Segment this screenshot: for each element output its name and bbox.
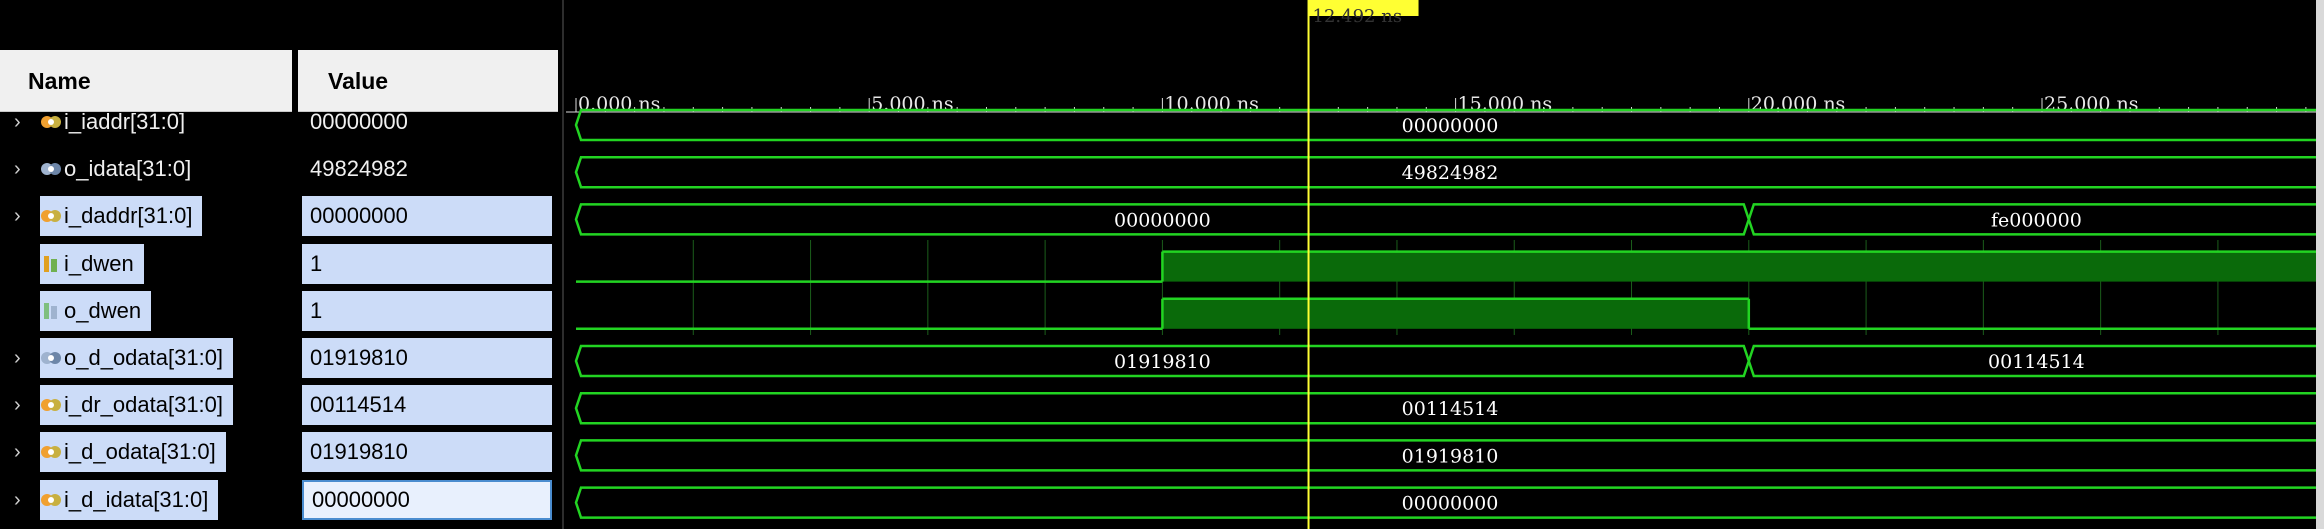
bus-value-label: 00000000 — [1402, 115, 1499, 137]
expand-chevron-icon[interactable]: › — [14, 149, 30, 189]
signal-value-row[interactable]: 00000000 — [298, 102, 558, 142]
waveform-view[interactable]: 0.000 ns 5.000 ns 10.000 ns 15.000 ns 20.000… — [566, 0, 2324, 529]
bus-output-icon — [41, 163, 61, 176]
signal-name-cell[interactable]: i_iaddr[31:0] — [40, 102, 195, 142]
signal-name-cell[interactable]: o_d_odata[31:0] — [40, 338, 234, 378]
bus-value-label: 01919810 — [1402, 445, 1499, 467]
splitter-line — [562, 0, 564, 529]
bus-output-icon — [41, 352, 61, 364]
signal-value-cell[interactable]: 00000000 — [302, 102, 552, 142]
signal-name-cell[interactable]: i_dwen — [40, 243, 144, 284]
signal-name-label: o_idata[31:0] — [64, 156, 192, 182]
cursor-time-label: 12.492 ns — [1313, 6, 1403, 27]
signal-name-label: i_iaddr[31:0] — [64, 109, 186, 134]
signal-value-row[interactable]: 49824982 — [298, 149, 558, 189]
expand-chevron-icon[interactable]: › — [14, 385, 30, 425]
signal-value-cell[interactable]: 49824982 — [302, 149, 552, 189]
signal-name-label: i_dwen — [64, 250, 134, 276]
signal-name-label: i_d_idata[31:0] — [64, 486, 209, 512]
bus-value-label: 01919810 — [1114, 351, 1211, 373]
bus-input-icon — [41, 446, 61, 459]
bus-value-label: 00000000 — [1402, 493, 1499, 515]
bit-high-fill — [1162, 251, 2324, 282]
signal-name-cell[interactable]: i_dr_odata[31:0] — [40, 385, 234, 426]
signal-value-row[interactable]: 00000000 — [298, 196, 558, 237]
signal-name-cell[interactable]: i_d_idata[31:0] — [40, 479, 219, 520]
signal-value-cell[interactable]: 1 — [302, 243, 552, 284]
expand-chevron-icon[interactable]: › — [14, 196, 30, 236]
signal-name-cell[interactable]: i_daddr[31:0] — [40, 196, 203, 237]
ruler-tick-label: 15.000 ns — [1458, 93, 1553, 115]
expand-chevron-icon[interactable]: › — [14, 432, 30, 472]
bit-input-icon — [44, 255, 57, 272]
signal-value-cell[interactable]: 00000000 — [302, 196, 552, 237]
ruler-tick-label: 5.000 ns — [871, 93, 953, 115]
signal-name-label: i_d_odata[31:0] — [64, 439, 216, 465]
bus-value-label: 00000000 — [1114, 209, 1211, 231]
signal-value-row[interactable]: 01919810 — [298, 432, 558, 473]
signal-name-cell[interactable]: o_idata[31:0] — [40, 149, 201, 189]
signal-value-row[interactable]: 1 — [298, 243, 558, 284]
bus-value-label: 00114514 — [1988, 351, 2085, 373]
vertical-scrollbar[interactable] — [2316, 0, 2324, 529]
bit-high-fill — [1162, 298, 1749, 329]
expand-chevron-icon[interactable]: › — [14, 338, 30, 378]
bus-input-icon — [41, 116, 61, 128]
ruler-tick-label: 10.000 ns — [1164, 93, 1259, 115]
signal-name-label: o_dwen — [64, 297, 142, 323]
signal-name-cell[interactable]: i_d_odata[31:0] — [40, 432, 226, 473]
expand-chevron-icon[interactable]: › — [14, 480, 30, 520]
signal-value-row[interactable]: 00114514 — [298, 385, 558, 426]
signal-value-row[interactable]: 00000000 — [298, 479, 558, 520]
ruler-tick-label: 0.000 ns — [578, 93, 660, 115]
signal-value-cell[interactable]: 00000000 — [302, 479, 552, 520]
signal-value-row[interactable]: 01919810 — [298, 338, 558, 378]
ruler-tick-label: 20.000 ns — [1751, 93, 1846, 115]
bit-output-icon — [44, 302, 57, 319]
bus-value-label: 00114514 — [1402, 398, 1499, 420]
bus-value-label: fe000000 — [1991, 209, 2082, 231]
bus-input-icon — [41, 493, 61, 506]
signal-name-cell[interactable]: o_dwen — [40, 290, 152, 331]
signal-name-label: i_dr_odata[31:0] — [64, 392, 224, 418]
signal-value-cell[interactable]: 01919810 — [302, 432, 552, 473]
bus-input-icon — [41, 210, 61, 223]
signal-value-cell[interactable]: 1 — [302, 290, 552, 331]
signal-name-label: i_daddr[31:0] — [64, 203, 193, 229]
signal-value-cell[interactable]: 00114514 — [302, 385, 552, 426]
ruler-tick-label: 25.000 ns — [2044, 93, 2139, 115]
bus-input-icon — [41, 399, 61, 412]
expand-chevron-icon[interactable]: › — [14, 102, 30, 142]
signal-name-label: o_d_odata[31:0] — [64, 345, 224, 370]
signal-value-row[interactable]: 1 — [298, 290, 558, 331]
signal-value-cell[interactable]: 01919810 — [302, 338, 552, 378]
bus-value-label: 49824982 — [1402, 162, 1499, 184]
